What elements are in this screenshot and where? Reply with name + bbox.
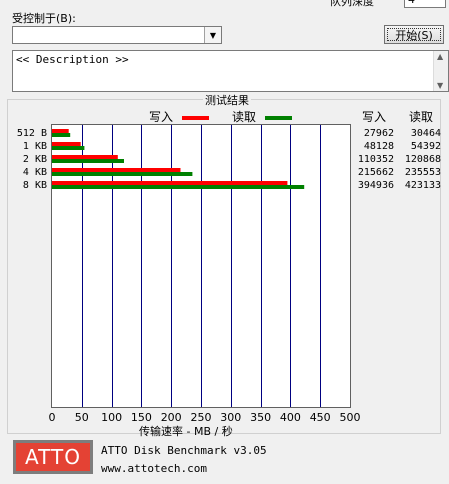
product-url[interactable]: www.attotech.com — [101, 462, 207, 475]
x-tick-label: 450 — [309, 411, 331, 424]
legend-write-swatch — [182, 116, 209, 120]
read-bar — [52, 159, 124, 163]
read-bar — [52, 172, 193, 176]
x-tick-label: 0 — [48, 411, 56, 424]
size-label: 8 KB — [22, 180, 47, 191]
controlled-by-label: 受控制于(B): — [12, 12, 76, 25]
read-value: 120868 — [404, 154, 441, 165]
read-value: 235553 — [404, 167, 441, 178]
start-button[interactable]: 开始(S) — [384, 25, 444, 44]
read-value: 54392 — [410, 141, 441, 152]
read-value: 423133 — [404, 180, 441, 191]
throughput-chart — [51, 124, 351, 408]
x-tick-label: 100 — [101, 411, 123, 424]
read-bar — [52, 146, 85, 150]
write-value: 48128 — [363, 141, 394, 152]
x-tick-label: 500 — [339, 411, 361, 424]
x-tick-label: 400 — [279, 411, 301, 424]
write-value: 394936 — [357, 180, 394, 191]
read-bar — [52, 133, 71, 137]
size-label: 512 B — [16, 128, 47, 139]
x-tick-label: 350 — [250, 411, 272, 424]
controlled-by-select[interactable]: ▼ — [12, 26, 222, 44]
queue-depth-value: 4 — [408, 0, 415, 6]
legend-write-label: 写入 — [149, 110, 174, 124]
write-value: 110352 — [357, 154, 394, 165]
size-label: 1 KB — [22, 141, 47, 152]
description-text: << Description >> — [16, 53, 129, 66]
write-bar — [52, 129, 69, 133]
read-value: 30464 — [410, 128, 441, 139]
legend-read-label: 读取 — [232, 110, 257, 124]
write-bar — [52, 155, 118, 159]
scroll-up-icon[interactable]: ▲ — [437, 52, 443, 61]
chart-svg — [52, 125, 321, 407]
results-title: 测试结果 — [203, 92, 251, 108]
x-axis-label: 传输速率 - MB / 秒 — [139, 425, 233, 438]
column-header-read: 读取 — [409, 110, 434, 124]
queue-depth-label: 队列深度 — [330, 0, 374, 8]
atto-logo: ATTO — [13, 440, 93, 474]
x-tick-label: 50 — [74, 411, 89, 424]
write-value: 215662 — [357, 167, 394, 178]
legend-read-swatch — [265, 116, 292, 120]
size-label: 2 KB — [22, 154, 47, 165]
size-label: 4 KB — [22, 167, 47, 178]
description-scrollbar[interactable]: ▲ ▼ — [433, 51, 448, 91]
description-textarea[interactable]: << Description >> ▲ ▼ — [12, 50, 449, 92]
write-bar — [52, 168, 181, 172]
write-bar — [52, 142, 81, 146]
column-header-write: 写入 — [362, 110, 387, 124]
read-bar — [52, 185, 305, 189]
write-value: 27962 — [363, 128, 394, 139]
write-bar — [52, 181, 288, 185]
scroll-down-icon[interactable]: ▼ — [437, 81, 443, 90]
chevron-down-icon[interactable]: ▼ — [204, 27, 221, 43]
product-name: ATTO Disk Benchmark v3.05 — [101, 444, 267, 457]
